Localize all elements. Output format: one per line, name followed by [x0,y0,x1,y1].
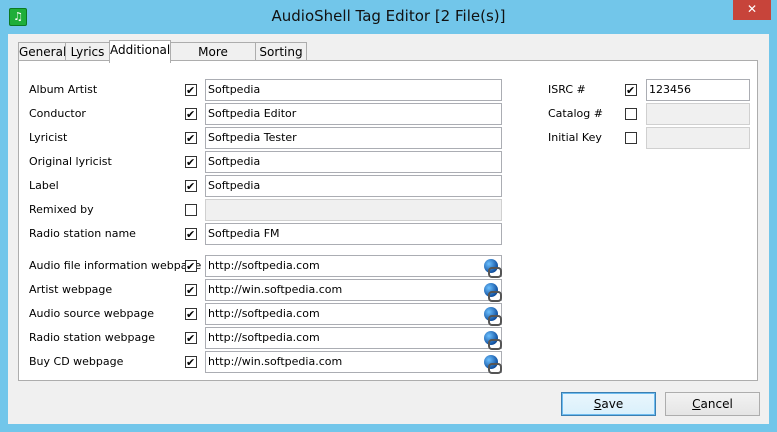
album-artist-input[interactable]: Softpedia [205,79,502,101]
buy-cd-webpage-checkbox[interactable] [185,356,197,368]
remixed-by-input[interactable] [205,199,502,221]
save-button[interactable]: Save [561,392,656,416]
lyricist-checkbox[interactable] [185,132,197,144]
label-label: Label [29,179,59,192]
catalog-label: Catalog # [548,107,603,120]
cancel-button[interactable]: Cancel [665,392,760,416]
label-checkbox[interactable] [185,180,197,192]
cancel-accel-key: C [692,397,701,411]
original-lyricist-label: Original lyricist [29,155,112,168]
open-url-globe-icon[interactable] [484,307,502,326]
remixed-by-label: Remixed by [29,203,94,216]
isrc-input[interactable]: 123456 [646,79,750,101]
artist-webpage-checkbox[interactable] [185,284,197,296]
conductor-label: Conductor [29,107,86,120]
radio-station-webpage-label: Radio station webpage [29,331,155,344]
artist-webpage-input[interactable]: http://win.softpedia.com [205,279,502,301]
initial-key-label: Initial Key [548,131,602,144]
audio-file-webpage-label: Audio file information webpage [29,259,202,272]
audio-source-webpage-checkbox[interactable] [185,308,197,320]
catalog-checkbox[interactable] [625,108,637,120]
initial-key-input[interactable] [646,127,750,149]
original-lyricist-input[interactable]: Softpedia [205,151,502,173]
close-button[interactable]: ✕ [733,0,771,20]
catalog-input[interactable] [646,103,750,125]
buy-cd-webpage-input[interactable]: http://win.softpedia.com [205,351,502,373]
conductor-input[interactable]: Softpedia Editor [205,103,502,125]
original-lyricist-checkbox[interactable] [185,156,197,168]
buy-cd-webpage-label: Buy CD webpage [29,355,124,368]
artist-webpage-label: Artist webpage [29,283,113,296]
audio-file-webpage-input[interactable]: http://softpedia.com [205,255,502,277]
album-artist-checkbox[interactable] [185,84,197,96]
open-url-globe-icon[interactable] [484,259,502,278]
radio-station-webpage-input[interactable]: http://softpedia.com [205,327,502,349]
open-url-globe-icon[interactable] [484,331,502,350]
album-artist-label: Album Artist [29,83,98,96]
isrc-checkbox[interactable] [625,84,637,96]
tab-lyrics[interactable]: Lyrics [65,42,110,61]
tab-more-additional[interactable]: More Additional [170,42,256,77]
remixed-by-checkbox[interactable] [185,204,197,216]
open-url-globe-icon[interactable] [484,283,502,302]
lyricist-input[interactable]: Softpedia Tester [205,127,502,149]
initial-key-checkbox[interactable] [625,132,637,144]
tab-panel-additional: Album Artist Conductor Lyricist Original… [18,60,758,381]
title-bar[interactable]: ♫ AudioShell Tag Editor [2 File(s)] ✕ [0,0,777,34]
save-button-label-rest: ave [601,397,624,411]
audio-source-webpage-label: Audio source webpage [29,307,155,320]
tab-general[interactable]: General [18,42,66,61]
radio-station-name-label: Radio station name [29,227,136,240]
open-url-globe-icon[interactable] [484,355,502,374]
tab-additional[interactable]: Additional [109,40,171,63]
radio-station-name-input[interactable]: Softpedia FM [205,223,502,245]
cancel-button-label-rest: ancel [700,397,733,411]
audio-source-webpage-input[interactable]: http://softpedia.com [205,303,502,325]
conductor-checkbox[interactable] [185,108,197,120]
tab-sorting[interactable]: Sorting [255,42,307,61]
label-input[interactable]: Softpedia [205,175,502,197]
radio-station-webpage-checkbox[interactable] [185,332,197,344]
radio-station-name-checkbox[interactable] [185,228,197,240]
window-title: AudioShell Tag Editor [2 File(s)] [271,7,506,25]
isrc-label: ISRC # [548,83,586,96]
dialog-body: General Lyrics Additional More Additiona… [8,34,769,424]
audio-file-webpage-checkbox[interactable] [185,260,197,272]
app-window: ♫ AudioShell Tag Editor [2 File(s)] ✕ Ge… [0,0,777,432]
lyricist-label: Lyricist [29,131,68,144]
